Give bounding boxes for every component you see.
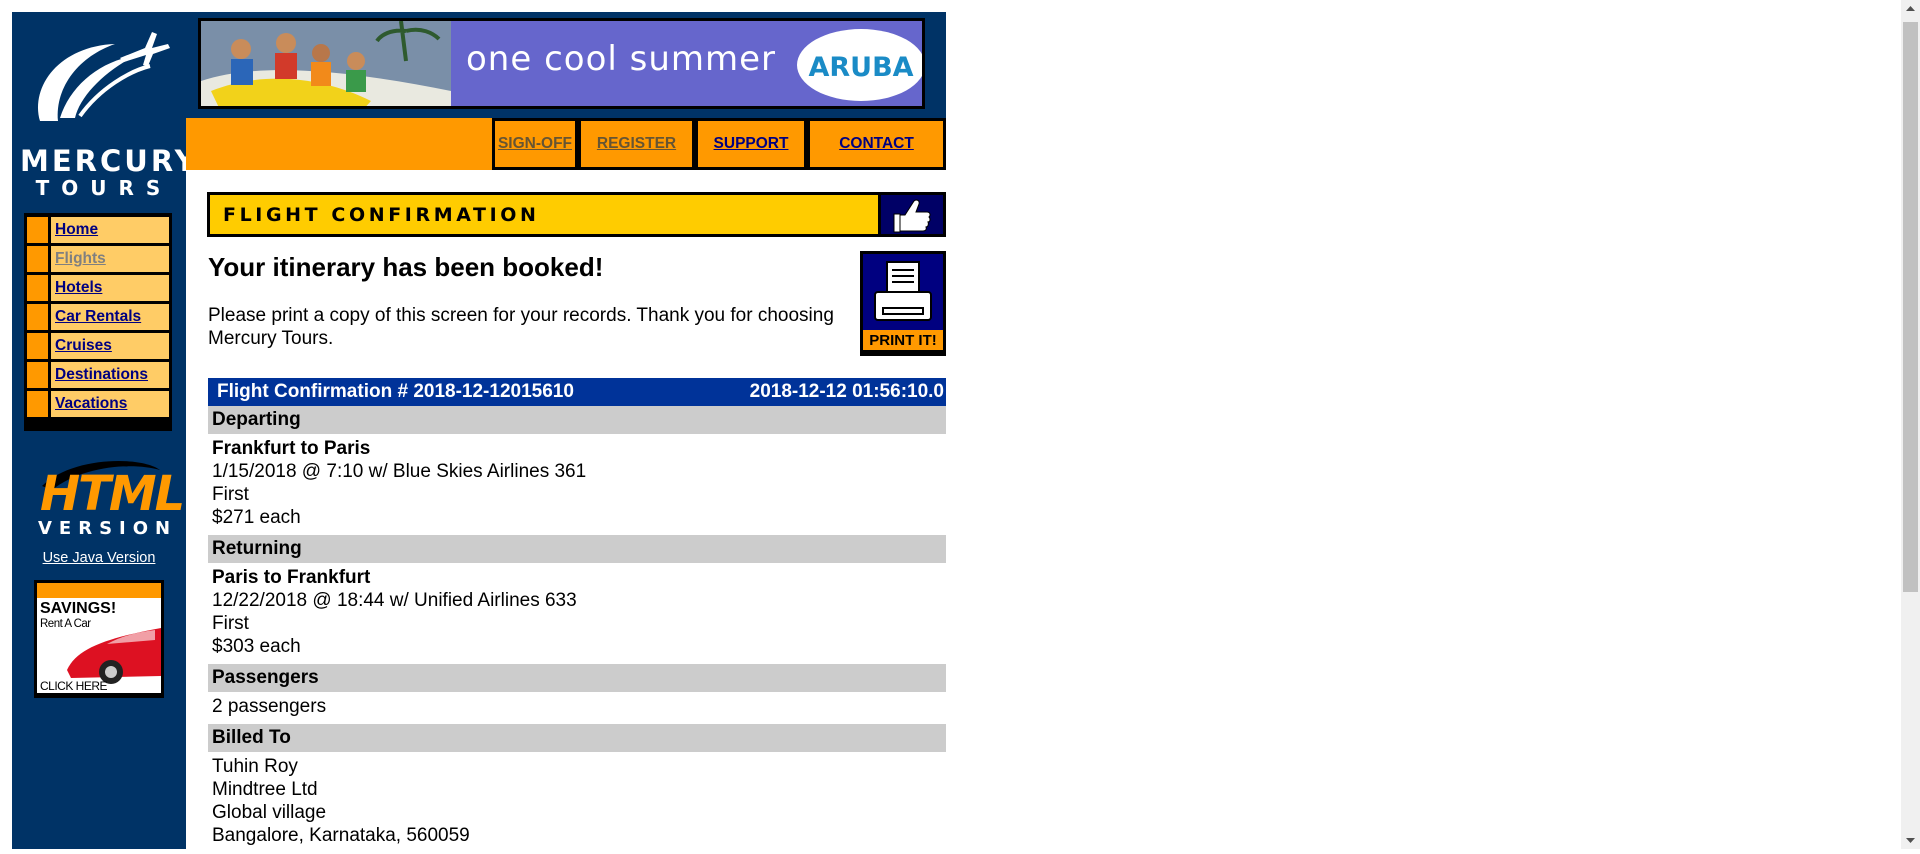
print-it-button[interactable]: PRINT IT! [860, 251, 946, 356]
vertical-scrollbar[interactable] [1901, 0, 1920, 849]
top-menu-contact: CONTACT [807, 118, 946, 170]
thumbs-up-icon [893, 199, 931, 233]
passengers-count: 2 passengers [212, 696, 327, 717]
nav-item-vacations: Vacations [27, 391, 169, 417]
html-version-badge: HTML VERSION [32, 456, 185, 544]
billed-to-details: Tuhin Roy Mindtree Ltd Global village Ba… [212, 755, 942, 847]
confirmation-timestamp: 2018-12-12 01:56:10.0 [749, 381, 944, 402]
nav-link-vacations[interactable]: Vacations [55, 395, 127, 413]
ad-top-strip [37, 583, 161, 598]
returning-flight: 12/22/2018 @ 18:44 w/ Unified Airlines 6… [212, 590, 577, 611]
departing-route: Frankfurt to Paris [212, 438, 371, 459]
billed-city: Bangalore, Karnataka, 560059 [212, 825, 470, 846]
badge-html-text: HTML [40, 466, 185, 522]
contact-link[interactable]: CONTACT [839, 135, 914, 153]
logo-wordmark-mercury: MERCURY [20, 144, 199, 178]
departing-heading: Departing [208, 406, 946, 434]
left-column: MERCURY TOURS Home Flights Hotels Car Re… [12, 12, 199, 849]
nav-bullet [27, 246, 51, 272]
billed-company: Mindtree Ltd [212, 779, 318, 800]
aruba-brand-text: ARUBA [808, 52, 914, 83]
top-menu-support: SUPPORT [695, 118, 807, 170]
nav-bullet [27, 304, 51, 330]
support-link[interactable]: SUPPORT [714, 135, 789, 153]
confirmation-number: Flight Confirmation # 2018-12-12015610 [217, 381, 574, 402]
returning-details: Paris to Frankfurt 12/22/2018 @ 18:44 w/… [212, 566, 942, 658]
flight-confirmation-header: FLIGHT CONFIRMATION [207, 192, 946, 237]
thumbs-up-panel [881, 195, 943, 234]
top-menu-signoff: SIGN-OFF [492, 118, 578, 170]
nav-link-car-rentals[interactable]: Car Rentals [55, 308, 141, 326]
signoff-link[interactable]: SIGN-OFF [498, 135, 572, 153]
page-frame: MERCURY TOURS Home Flights Hotels Car Re… [12, 12, 946, 849]
returning-route: Paris to Frankfurt [212, 567, 371, 588]
billed-to-heading: Billed To [208, 724, 946, 752]
aruba-logo: ARUBA [797, 29, 922, 101]
nav-item-hotels: Hotels [27, 275, 169, 301]
printer-icon [874, 261, 932, 321]
banner-slogan: one cool summer [466, 39, 777, 79]
returning-heading: Returning [208, 535, 946, 563]
scrollbar-thumb[interactable] [1903, 22, 1918, 592]
nav-link-destinations[interactable]: Destinations [55, 366, 148, 384]
header-title-bar: FLIGHT CONFIRMATION [210, 195, 878, 234]
scroll-up-arrow-icon[interactable] [1901, 0, 1920, 18]
returning-class: First [212, 613, 249, 634]
use-java-version-link[interactable]: Use Java Version [12, 550, 186, 566]
top-menu-register: REGISTER [578, 118, 695, 170]
departing-price: $271 each [212, 507, 301, 528]
scroll-down-arrow-icon[interactable] [1901, 831, 1920, 849]
logo-wordmark-tours: TOURS [35, 176, 173, 200]
nav-bullet [27, 217, 51, 243]
raft-riders-photo-icon [201, 21, 451, 106]
itinerary-booked-heading: Your itinerary has been booked! [208, 252, 604, 282]
main-content: one cool summer ARUBA SIGN-OFF REGISTER … [186, 12, 946, 849]
nav-bullet [27, 391, 51, 417]
nav-bullet [27, 362, 51, 388]
billed-name: Tuhin Roy [212, 756, 298, 777]
nav-link-flights[interactable]: Flights [55, 250, 106, 268]
nav-bullet [27, 275, 51, 301]
nav-link-home[interactable]: Home [55, 221, 98, 239]
print-it-label: PRINT IT! [863, 330, 943, 350]
passengers-details: 2 passengers [212, 695, 942, 718]
page-title: FLIGHT CONFIRMATION [223, 203, 540, 226]
print-instructions: Please print a copy of this screen for y… [208, 305, 834, 349]
badge-version-text: VERSION [38, 518, 178, 539]
left-nav-menu: Home Flights Hotels Car Rentals Cruises … [24, 213, 172, 431]
aruba-ad-banner[interactable]: one cool summer ARUBA [198, 18, 925, 109]
departing-details: Frankfurt to Paris 1/15/2018 @ 7:10 w/ B… [212, 437, 942, 529]
nav-item-car-rentals: Car Rentals [27, 304, 169, 330]
passengers-heading: Passengers [208, 664, 946, 692]
nav-item-destinations: Destinations [27, 362, 169, 388]
nav-link-cruises[interactable]: Cruises [55, 337, 112, 355]
top-banner: one cool summer ARUBA [186, 12, 946, 118]
nav-link-hotels[interactable]: Hotels [55, 279, 102, 297]
nav-item-home: Home [27, 217, 169, 243]
departing-flight: 1/15/2018 @ 7:10 w/ Blue Skies Airlines … [212, 461, 587, 482]
departing-class: First [212, 484, 249, 505]
nav-item-cruises: Cruises [27, 333, 169, 359]
register-link[interactable]: REGISTER [597, 135, 676, 153]
top-menu-bar: SIGN-OFF REGISTER SUPPORT CONTACT [186, 118, 946, 170]
mercury-tours-logo[interactable]: MERCURY TOURS [20, 26, 199, 200]
nav-bullet [27, 333, 51, 359]
returning-price: $303 each [212, 636, 301, 657]
ad-click-here: CLICK HERE [40, 679, 108, 693]
confirmation-number-bar: Flight Confirmation # 2018-12-12015610 2… [208, 378, 946, 406]
ad-body: SAVINGS! Rent A Car CLICK HERE [37, 598, 161, 693]
airplane-swoosh-icon [38, 32, 170, 121]
printer-panel [863, 254, 943, 330]
savings-rent-a-car-ad[interactable]: SAVINGS! Rent A Car CLICK HERE [34, 580, 164, 698]
nav-item-flights: Flights [27, 246, 169, 272]
billed-address: Global village [212, 802, 327, 823]
